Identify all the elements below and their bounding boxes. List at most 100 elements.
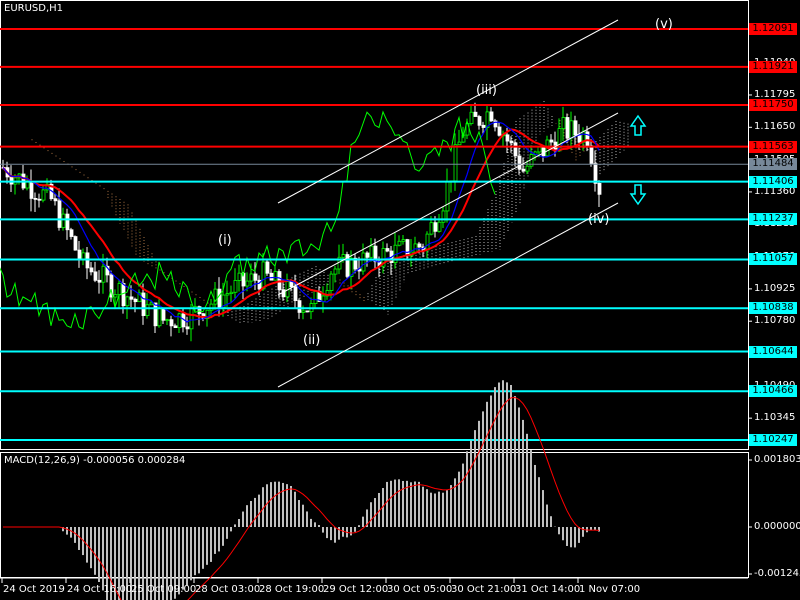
candle-body xyxy=(509,140,514,144)
price-level-label: 1.11563 xyxy=(749,140,797,153)
channel-middle-line xyxy=(277,112,619,296)
candle-body xyxy=(269,272,274,281)
wave-label: (iv) xyxy=(588,212,610,227)
candle-body xyxy=(177,313,182,329)
candle-body xyxy=(293,286,298,302)
price-axis-label: 1.11650 xyxy=(754,121,796,133)
candle-body xyxy=(125,296,130,307)
candle-body xyxy=(445,180,450,212)
candle-body xyxy=(117,283,122,296)
candle-body xyxy=(365,252,370,258)
price-level-label: 1.11057 xyxy=(749,253,797,266)
time-axis-label: 31 Oct 14:00 xyxy=(515,584,581,595)
candle-body xyxy=(165,319,170,322)
candle-body xyxy=(441,210,446,223)
price-level-label: 1.11921 xyxy=(749,60,797,73)
macd-signal-line xyxy=(3,396,600,600)
candle-body xyxy=(569,120,574,139)
candle-body xyxy=(537,146,542,153)
wave-label: (ii) xyxy=(303,333,321,348)
price-axis-label: 1.10925 xyxy=(754,282,796,294)
candle-body xyxy=(213,288,218,305)
candle-body xyxy=(513,142,518,157)
macd-axis-label: -0.001245 xyxy=(754,568,800,579)
time-axis-label: 24 Oct 2019 xyxy=(3,584,65,595)
candle-body xyxy=(289,281,294,288)
candle-body xyxy=(217,288,222,309)
candle-body xyxy=(313,290,318,304)
candle-body xyxy=(273,271,278,281)
candle-body xyxy=(189,308,194,330)
wave-label: (v) xyxy=(655,17,673,32)
candle-body xyxy=(521,168,526,172)
candle-body xyxy=(477,116,482,126)
candle-body xyxy=(549,139,554,143)
candle-body xyxy=(397,240,402,246)
candle-body xyxy=(129,296,134,300)
time-axis-label: 1 Nov 07:00 xyxy=(579,584,641,595)
candle-body xyxy=(9,176,14,185)
candle-body xyxy=(589,145,594,164)
candle-body xyxy=(25,181,30,189)
price-level-label: 1.10466 xyxy=(749,385,797,398)
channel-upper-line xyxy=(277,19,619,204)
price-level-label: 1.11750 xyxy=(749,99,797,111)
candle-body xyxy=(593,163,598,184)
candle-body xyxy=(237,272,242,281)
candle-body xyxy=(333,268,338,275)
price-level-label: 1.11406 xyxy=(749,175,797,188)
up-arrow-icon xyxy=(629,114,647,136)
candle-body xyxy=(209,303,214,311)
candle-body xyxy=(457,141,462,146)
candle-body xyxy=(305,310,310,313)
candle-body xyxy=(497,126,502,136)
candle-body xyxy=(245,280,250,287)
candle-body xyxy=(489,111,494,122)
candle-body xyxy=(41,189,46,201)
candle-body xyxy=(425,233,430,251)
candle-body xyxy=(413,243,418,253)
candle-body xyxy=(369,245,374,258)
candle-body xyxy=(429,222,434,235)
candle-body xyxy=(61,213,66,228)
candle-body xyxy=(481,124,486,128)
candle-body xyxy=(153,302,158,327)
candle-body xyxy=(65,213,70,231)
price-level-label: 1.10838 xyxy=(749,302,797,315)
price-level-label: 1.10644 xyxy=(749,345,797,358)
wave-label: (i) xyxy=(218,233,232,248)
candle-body xyxy=(565,117,570,139)
time-axis-label: 25 Oct 09:00 xyxy=(131,584,197,595)
time-axis-label: 28 Oct 19:00 xyxy=(259,584,325,595)
candle-body xyxy=(149,302,154,306)
candle-body xyxy=(233,280,238,293)
chart-symbol-title: EURUSD,H1 xyxy=(4,3,64,14)
candle-body xyxy=(437,221,442,232)
candle-body xyxy=(225,293,230,296)
candle-body xyxy=(173,325,178,329)
down-arrow-icon xyxy=(629,184,647,206)
candle-body xyxy=(597,182,602,195)
candle-body xyxy=(37,198,42,201)
candle-body xyxy=(385,248,390,252)
candle-body xyxy=(169,319,174,327)
candle-body xyxy=(261,261,266,290)
time-axis-label: 24 Oct 16:00 xyxy=(67,584,133,595)
candle-body xyxy=(473,111,478,117)
candle-body xyxy=(113,294,118,298)
candle-body xyxy=(69,229,74,237)
candle-body xyxy=(525,165,530,172)
candle-body xyxy=(133,298,138,303)
current-price-label: 1.11484 xyxy=(749,158,797,171)
candle-body xyxy=(141,292,146,316)
candle-body xyxy=(89,267,94,273)
price-chart[interactable] xyxy=(0,0,800,600)
candle-body xyxy=(253,273,258,281)
candle-body xyxy=(53,198,58,202)
candle-body xyxy=(561,117,566,130)
candle-body xyxy=(265,261,270,274)
time-axis-label: 30 Oct 21:00 xyxy=(451,584,517,595)
price-axis-label: 1.10345 xyxy=(754,412,796,424)
candle-body xyxy=(401,239,406,242)
moving-average-line xyxy=(2,128,600,319)
